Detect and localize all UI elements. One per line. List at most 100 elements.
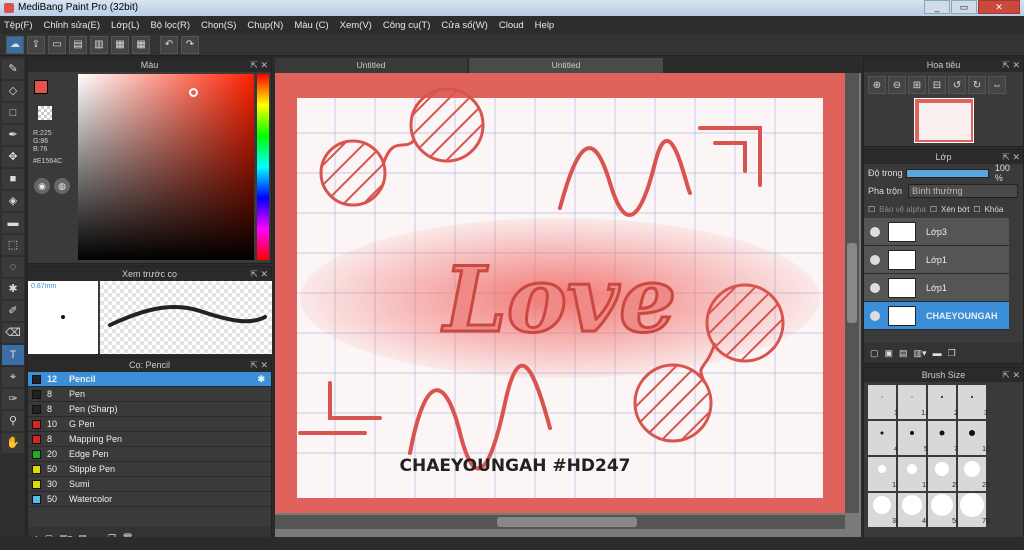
cloud-icon[interactable]: ☁ bbox=[6, 35, 24, 54]
background-color-swatch[interactable] bbox=[38, 106, 52, 120]
brush-item-pen[interactable]: 8 Pen bbox=[28, 387, 271, 402]
vertical-scroll-thumb[interactable] bbox=[847, 243, 857, 323]
size-cell[interactable]: 10 bbox=[958, 421, 990, 455]
hand-tool-icon[interactable]: ✋ bbox=[2, 433, 24, 453]
message-icon[interactable]: ▤ bbox=[69, 35, 87, 54]
menu-select[interactable]: Chọn(S) bbox=[201, 20, 236, 31]
menu-filter[interactable]: Bộ lọc(R) bbox=[150, 20, 190, 31]
panel-icon[interactable]: ▦ bbox=[111, 35, 129, 54]
grid-icon[interactable]: ▦ bbox=[132, 35, 150, 54]
menu-color[interactable]: Màu (C) bbox=[294, 20, 328, 31]
layer-row[interactable]: CHAEYOUNGAH bbox=[864, 302, 1009, 330]
undo-icon[interactable]: ↶ bbox=[160, 35, 178, 54]
lasso-tool-icon[interactable]: ◌ bbox=[2, 257, 24, 277]
rotate-right-icon[interactable]: ↻ bbox=[968, 76, 986, 94]
menu-cloud[interactable]: Cloud bbox=[499, 20, 524, 31]
layer-row[interactable]: Lớp1 bbox=[864, 274, 1009, 302]
pen-tool-icon[interactable]: ✒ bbox=[2, 125, 24, 145]
hue-slider[interactable] bbox=[257, 74, 269, 260]
zoom-in-icon[interactable]: ⊕ bbox=[868, 76, 886, 94]
flip-icon[interactable]: ⇔ bbox=[988, 76, 1006, 94]
close-button[interactable]: ✕ bbox=[978, 0, 1020, 14]
protect-alpha-checkbox[interactable]: ☐ bbox=[868, 205, 875, 214]
operation-tool-icon[interactable]: ⌖ bbox=[2, 367, 24, 387]
move-tool-icon[interactable]: ✥ bbox=[2, 147, 24, 167]
palette-icon[interactable]: ◉ bbox=[34, 178, 50, 194]
brush-tool-icon[interactable]: ✎ bbox=[2, 59, 24, 79]
new-layer-icon[interactable]: ▢ bbox=[870, 348, 879, 359]
comment-icon[interactable]: ▭ bbox=[48, 35, 66, 54]
size-cell[interactable]: 70 bbox=[958, 493, 990, 527]
brush-item-mapping-pen[interactable]: 8 Mapping Pen bbox=[28, 432, 271, 447]
brush-item-pencil[interactable]: 12 Pencil ✱ bbox=[28, 372, 271, 387]
horizontal-scrollbar[interactable] bbox=[275, 515, 845, 529]
lock-checkbox[interactable]: ☐ bbox=[973, 205, 980, 214]
size-cell[interactable]: 50 bbox=[928, 493, 960, 527]
size-cell[interactable]: 7 bbox=[928, 421, 958, 455]
text-tool-icon[interactable]: T bbox=[2, 345, 24, 365]
rotate-left-icon[interactable]: ↺ bbox=[948, 76, 966, 94]
size-cell[interactable]: 5 bbox=[898, 421, 928, 455]
minimize-button[interactable]: _ bbox=[924, 0, 950, 14]
folder-icon[interactable]: ▬ bbox=[933, 348, 942, 358]
vertical-scrollbar[interactable] bbox=[845, 73, 859, 513]
panel-buttons[interactable]: ⇱ ✕ bbox=[1002, 58, 1020, 72]
eye-icon[interactable] bbox=[870, 254, 880, 265]
size-cell[interactable]: 2 bbox=[928, 385, 958, 419]
document-icon[interactable]: ▥ bbox=[90, 35, 108, 54]
menu-snap[interactable]: Chụp(N) bbox=[247, 20, 283, 31]
select-pen-tool-icon[interactable]: ✐ bbox=[2, 301, 24, 321]
menu-layer[interactable]: Lớp(L) bbox=[111, 20, 139, 31]
maximize-button[interactable]: ▭ bbox=[951, 0, 977, 14]
clip-checkbox[interactable]: ☐ bbox=[930, 205, 937, 214]
color-picker-icon[interactable]: ◍ bbox=[54, 178, 70, 194]
size-cell[interactable]: 15 bbox=[898, 457, 930, 491]
panel-buttons[interactable]: ⇱ ✕ bbox=[250, 58, 268, 72]
panel-buttons[interactable]: ⇱ ✕ bbox=[1002, 368, 1020, 382]
gear-icon[interactable]: ✱ bbox=[257, 374, 265, 385]
drawing-canvas[interactable]: Love CHAEYOUNGAH #HD247 bbox=[275, 73, 845, 513]
size-cell[interactable]: 4 bbox=[868, 421, 898, 455]
brush-item-sumi[interactable]: 30 Sumi bbox=[28, 477, 271, 492]
tab-untitled-1[interactable]: Untitled bbox=[275, 58, 467, 73]
panel-buttons[interactable]: ⇱ ✕ bbox=[250, 267, 268, 281]
brush-item-stipple-pen[interactable]: 50 Stipple Pen bbox=[28, 462, 271, 477]
menu-view[interactable]: Xem(V) bbox=[340, 20, 372, 31]
size-cell[interactable]: 1 bbox=[868, 385, 898, 419]
blend-select[interactable]: Bình thường bbox=[908, 184, 1018, 198]
color-cursor[interactable] bbox=[189, 88, 198, 97]
magic-wand-tool-icon[interactable]: ✱ bbox=[2, 279, 24, 299]
menu-help[interactable]: Help bbox=[535, 20, 555, 31]
gradient-tool-icon[interactable]: ▬ bbox=[2, 213, 24, 233]
eraser-tool-icon[interactable]: ◇ bbox=[2, 81, 24, 101]
select-eraser-tool-icon[interactable]: ⌫ bbox=[2, 323, 24, 343]
bucket-tool-icon[interactable]: ◈ bbox=[2, 191, 24, 211]
duplicate-layer-icon[interactable]: ❐ bbox=[948, 348, 956, 359]
size-cell[interactable]: 40 bbox=[898, 493, 930, 527]
dropper-tool-icon[interactable]: ✑ bbox=[2, 389, 24, 409]
layer-menu-icon[interactable]: ▥▾ bbox=[914, 348, 927, 359]
brush-item-g-pen[interactable]: 10 G Pen bbox=[28, 417, 271, 432]
eye-icon[interactable] bbox=[870, 282, 880, 293]
menu-window[interactable]: Cửa số(W) bbox=[441, 20, 487, 31]
fit-icon[interactable]: ⊞ bbox=[908, 76, 926, 94]
size-cell[interactable]: 30 bbox=[868, 493, 900, 527]
redo-icon[interactable]: ↷ bbox=[181, 35, 199, 54]
new-halftone-layer-icon[interactable]: ▣ bbox=[885, 348, 894, 359]
opacity-slider[interactable] bbox=[905, 168, 989, 178]
horizontal-scroll-thumb[interactable] bbox=[497, 517, 637, 527]
new-8bit-layer-icon[interactable]: ▤ bbox=[899, 348, 908, 359]
fill-rect-tool-icon[interactable]: ■ bbox=[2, 169, 24, 189]
size-cell[interactable]: 12 bbox=[868, 457, 900, 491]
share-icon[interactable]: ⇪ bbox=[27, 35, 45, 54]
size-cell[interactable]: 20 bbox=[928, 457, 960, 491]
eye-icon[interactable] bbox=[870, 226, 880, 237]
shape-tool-icon[interactable]: □ bbox=[2, 103, 24, 123]
brush-item-edge-pen[interactable]: 20 Edge Pen bbox=[28, 447, 271, 462]
layer-row[interactable]: Lớp1 bbox=[864, 246, 1009, 274]
brush-item-pen-sharp[interactable]: 8 Pen (Sharp) bbox=[28, 402, 271, 417]
navigator-thumbnail[interactable] bbox=[914, 98, 974, 143]
foreground-color-swatch[interactable] bbox=[34, 80, 48, 94]
size-cell[interactable]: 25 bbox=[958, 457, 990, 491]
eyedropper-tool-icon[interactable]: ⚲ bbox=[2, 411, 24, 431]
